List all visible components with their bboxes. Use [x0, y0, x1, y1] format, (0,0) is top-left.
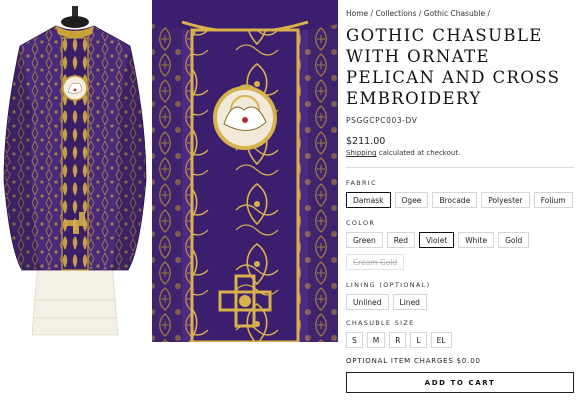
breadcrumb-collections[interactable]: Collections	[375, 9, 416, 18]
breadcrumb: Home / Collections / Gothic Chasuble /	[346, 9, 491, 18]
fabric-option-ogee[interactable]: Ogee	[394, 192, 429, 208]
size-option-el[interactable]: EL	[430, 332, 452, 348]
size-option-s[interactable]: S	[346, 332, 363, 348]
fabric-option-polyester[interactable]: Polyester	[481, 192, 530, 208]
color-option-violet[interactable]: Violet	[418, 232, 455, 248]
product-sku: PSGGCPC003-DV	[346, 116, 418, 125]
size-option-l[interactable]: L	[410, 332, 427, 348]
chasuble-full-illustration	[3, 6, 147, 336]
shipping-link[interactable]: Shipping	[346, 149, 377, 157]
color-option-gold[interactable]: Gold	[498, 232, 530, 248]
size-option-group: Chasuble Size S M R L EL	[346, 319, 576, 348]
fabric-option-folium[interactable]: Folium	[533, 192, 573, 208]
lining-label: Lining (optional)	[346, 281, 431, 289]
shipping-note: Shipping calculated at checkout.	[346, 149, 576, 157]
fabric-option-group: Fabric Damask Ogee Brocade Polyester Fol…	[346, 179, 576, 208]
breadcrumb-current[interactable]: Gothic Chasuble	[424, 9, 485, 18]
product-title: Gothic Chasuble with Ornate Pelican and …	[346, 26, 561, 108]
color-option-white[interactable]: White	[458, 232, 495, 248]
color-options: Green Red Violet White Gold	[346, 232, 576, 248]
size-option-r[interactable]: R	[389, 332, 407, 348]
shipping-text: calculated at checkout.	[376, 149, 461, 157]
fabric-label: Fabric	[346, 179, 377, 187]
color-option-group: Color Green Red Violet White Gold Cream …	[346, 219, 576, 270]
fabric-option-damask[interactable]: Damask	[346, 192, 391, 208]
color-option-cream-gold[interactable]: Cream Gold	[346, 254, 405, 270]
product-price: $211.00	[346, 136, 386, 147]
lining-options: Unlined Lined	[346, 294, 576, 310]
fabric-options: Damask Ogee Brocade Polyester Folium	[346, 192, 576, 208]
size-label: Chasuble Size	[346, 319, 415, 327]
fabric-option-brocade[interactable]: Brocade	[432, 192, 478, 208]
add-to-cart-button[interactable]: Add to Cart	[346, 372, 574, 393]
lining-option-unlined[interactable]: Unlined	[346, 294, 389, 310]
color-options-extra: Cream Gold	[346, 254, 576, 270]
product-image-main[interactable]	[0, 0, 150, 342]
color-label: Color	[346, 219, 376, 227]
chasuble-detail-illustration	[152, 0, 338, 342]
lining-option-group: Lining (optional) Unlined Lined	[346, 281, 576, 310]
divider	[346, 167, 574, 168]
lining-option-lined[interactable]: Lined	[392, 294, 427, 310]
product-image-detail[interactable]	[152, 0, 338, 342]
breadcrumb-home[interactable]: Home	[346, 9, 368, 18]
optional-charges: Optional Item Charges $0.00	[346, 357, 481, 365]
size-option-m[interactable]: M	[366, 332, 386, 348]
product-info: Home / Collections / Gothic Chasuble / G…	[346, 0, 576, 393]
color-option-green[interactable]: Green	[346, 232, 383, 248]
color-option-red[interactable]: Red	[386, 232, 415, 248]
size-options: S M R L EL	[346, 332, 576, 348]
